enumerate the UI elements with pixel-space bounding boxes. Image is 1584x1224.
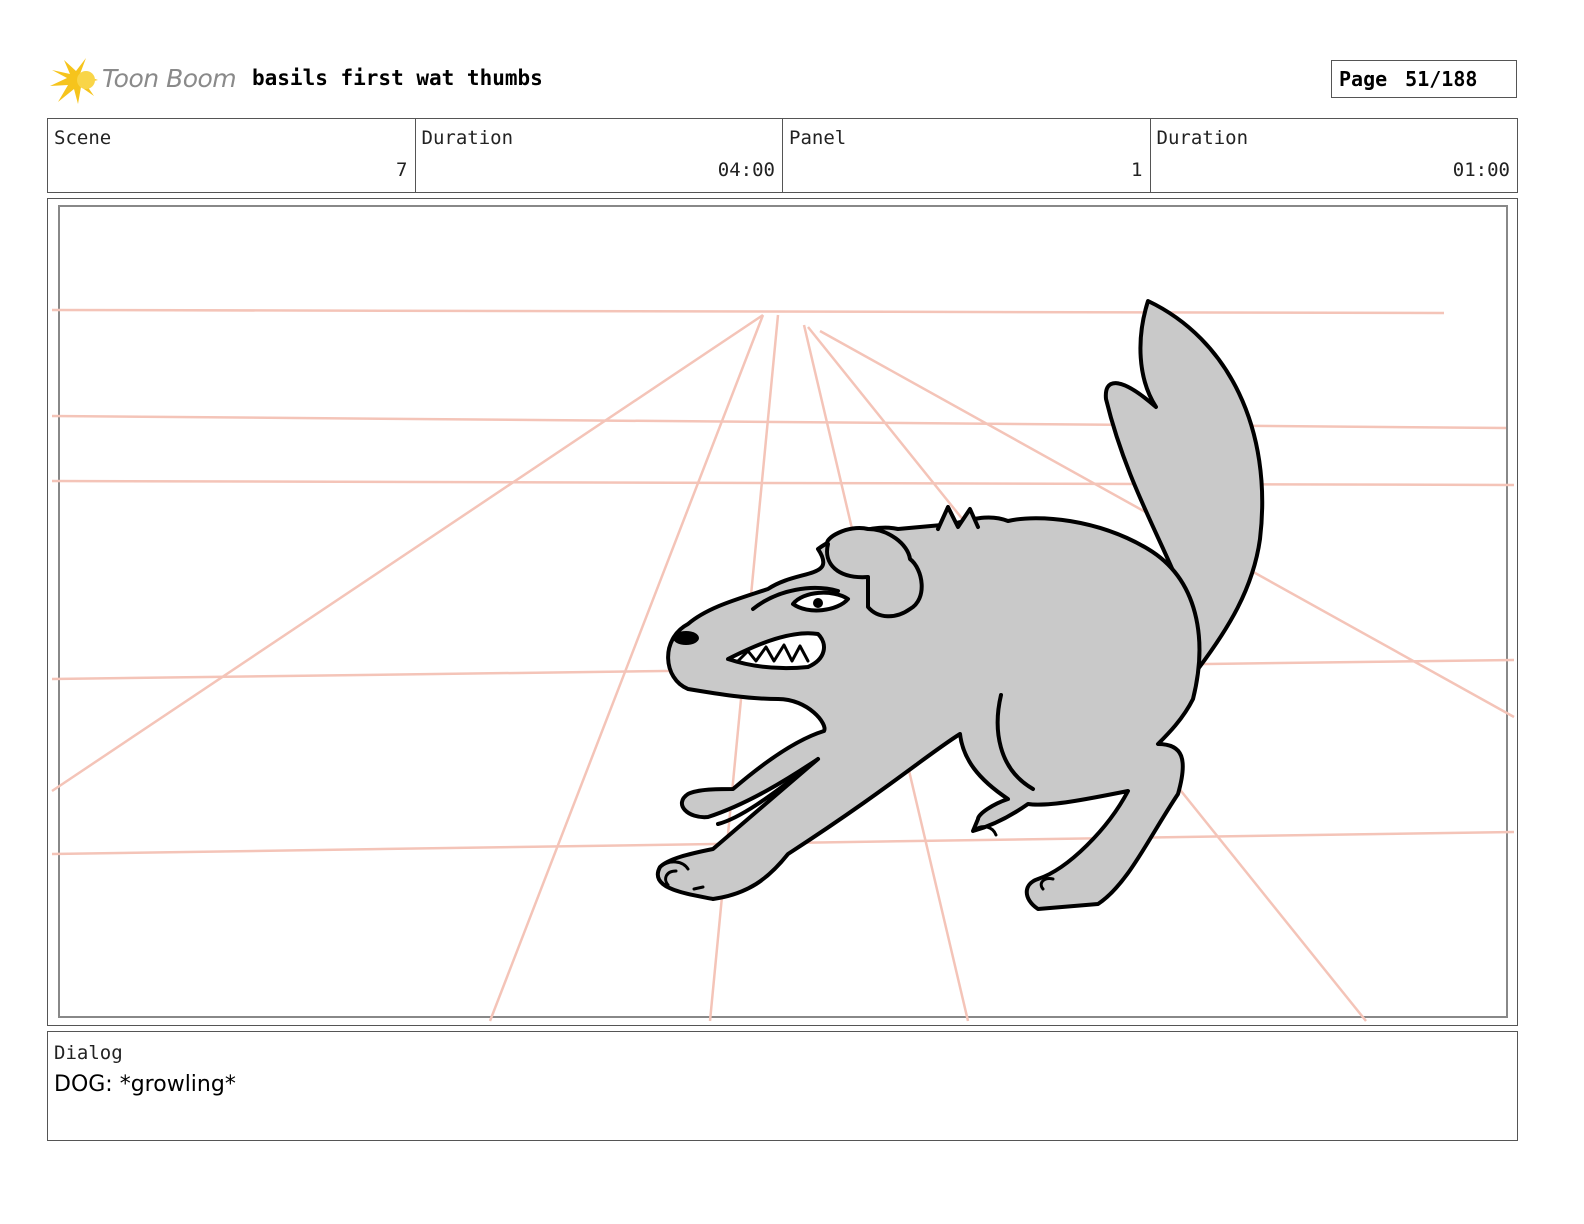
panel-duration-value: 01:00 (1452, 159, 1510, 181)
dog-pupil (813, 598, 823, 608)
panel-value: 1 (1131, 159, 1143, 181)
scene-duration-value: 04:00 (717, 159, 775, 181)
starburst-icon (50, 58, 98, 104)
panel-duration-label: Duration (1156, 127, 1249, 149)
scene-label: Scene (54, 127, 112, 149)
panel-drawing (51, 205, 1515, 1022)
panel-cell: Panel 1 (783, 119, 1151, 192)
info-table: Scene 7 Duration 04:00 Panel 1 Duration … (47, 118, 1518, 193)
page-indicator: Page 51/188 (1331, 60, 1517, 98)
page-number: 51/188 (1405, 67, 1478, 91)
dog-fur-tuft (936, 505, 980, 531)
dialog-label: Dialog (54, 1042, 123, 1064)
storyboard-panel (47, 198, 1518, 1026)
panel-label: Panel (789, 127, 847, 149)
dialog-text: DOG: *growling* (54, 1072, 236, 1097)
dog-drawing (655, 299, 1265, 911)
logo-text: Toon Boom (102, 64, 237, 93)
document-title: basils first wat thumbs (252, 66, 543, 90)
toon-boom-logo: Toon Boom (50, 56, 240, 106)
panel-duration-cell: Duration 01:00 (1151, 119, 1518, 192)
scene-duration-label: Duration (421, 127, 514, 149)
scene-duration-cell: Duration 04:00 (416, 119, 783, 192)
dog-nose (673, 631, 699, 645)
scene-value: 7 (396, 159, 408, 181)
dialog-box: Dialog DOG: *growling* (47, 1031, 1518, 1141)
scene-cell: Scene 7 (48, 119, 416, 192)
page-label: Page (1339, 67, 1388, 91)
